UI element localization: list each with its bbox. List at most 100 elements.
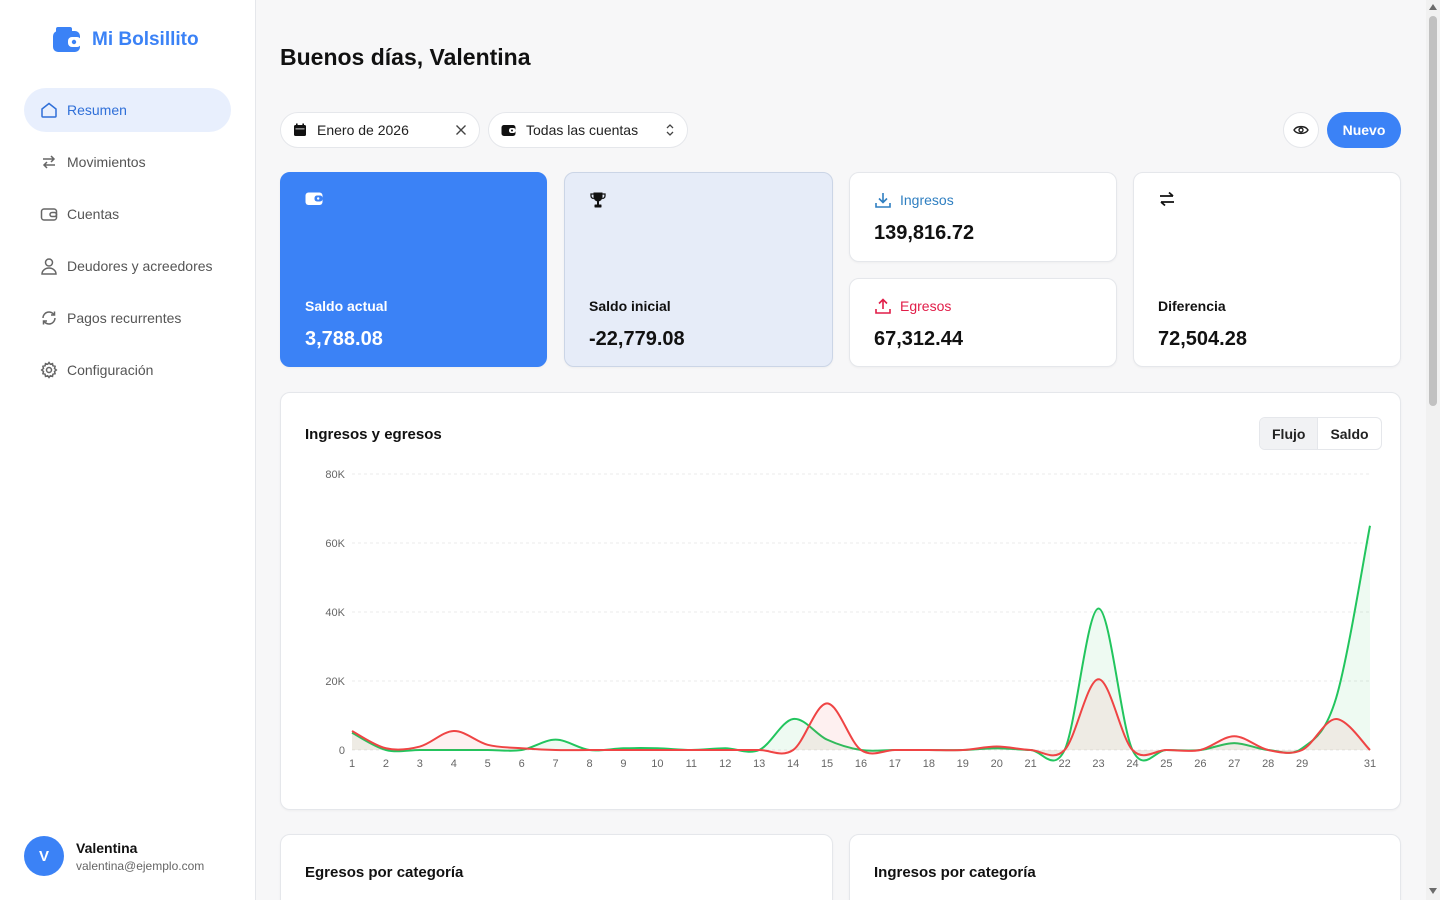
card-label: Saldo actual xyxy=(305,298,388,314)
x-tick-label: 18 xyxy=(923,758,935,770)
card-label: Saldo inicial xyxy=(589,298,671,314)
x-tick-label: 25 xyxy=(1160,758,1172,770)
card-value: 67,312.44 xyxy=(874,328,963,350)
toggle-visibility-button[interactable] xyxy=(1283,112,1319,148)
close-icon[interactable] xyxy=(455,124,467,136)
y-tick-label: 0 xyxy=(339,745,345,757)
card-value: 139,816.72 xyxy=(874,222,975,244)
x-tick-label: 1 xyxy=(349,758,355,770)
swap-icon xyxy=(1160,191,1174,207)
card-label: Diferencia xyxy=(1158,298,1226,314)
avatar: V xyxy=(24,836,64,876)
x-tick-label: 26 xyxy=(1194,758,1206,770)
sidebar-nav: Resumen Movimientos Cuentas Deudores y a… xyxy=(24,88,231,400)
x-tick-label: 14 xyxy=(787,758,799,770)
x-tick-label: 2 xyxy=(383,758,389,770)
user-icon xyxy=(41,258,57,275)
wallet-icon xyxy=(305,192,323,205)
sidebar-item-movimientos[interactable]: Movimientos xyxy=(24,140,231,184)
x-tick-label: 24 xyxy=(1126,758,1138,770)
x-tick-label: 29 xyxy=(1296,758,1308,770)
card-value: -22,779.08 xyxy=(589,328,685,350)
sidebar-item-cuentas[interactable]: Cuentas xyxy=(24,192,231,236)
user-profile[interactable]: V Valentina valentina@ejemplo.com xyxy=(24,836,204,876)
home-icon xyxy=(41,102,57,118)
x-tick-label: 31 xyxy=(1364,758,1376,770)
series-area-1 xyxy=(352,679,1370,756)
account-value: Todas las cuentas xyxy=(526,122,639,138)
eye-icon xyxy=(1293,125,1309,135)
page-title: Buenos días, Valentina xyxy=(280,44,531,70)
y-tick-label: 60K xyxy=(325,538,345,550)
x-tick-label: 4 xyxy=(451,758,457,770)
chart-card: Ingresos y egresos Flujo Saldo 0 20K 40K 60… xyxy=(280,392,1401,810)
y-tick-label: 20K xyxy=(325,676,345,688)
card-label: Ingresos xyxy=(900,192,954,208)
card-label: Egresos xyxy=(900,298,952,314)
download-icon xyxy=(875,193,891,208)
brand-name: Mi Bolsillito xyxy=(92,29,199,50)
x-tick-label: 5 xyxy=(485,758,491,770)
x-tick-label: 23 xyxy=(1092,758,1104,770)
refresh-icon xyxy=(42,311,56,325)
card-ingresos[interactable]: Ingresos 139,816.72 xyxy=(849,172,1117,262)
x-tick-label: 15 xyxy=(821,758,833,770)
brand[interactable]: Mi Bolsillito xyxy=(52,26,199,54)
sidebar-item-label: Movimientos xyxy=(67,154,146,170)
wallet-icon xyxy=(40,208,58,221)
scroll-up-arrow[interactable] xyxy=(1429,4,1437,10)
sidebar: Mi Bolsillito Resumen Movimientos Cuenta… xyxy=(0,0,256,900)
sidebar-item-resumen[interactable]: Resumen xyxy=(24,88,231,132)
new-button[interactable]: Nuevo xyxy=(1327,112,1401,148)
card-diferencia[interactable]: Diferencia 72,504.28 xyxy=(1133,172,1401,367)
card-saldo-inicial[interactable]: Saldo inicial -22,779.08 xyxy=(564,172,833,367)
series-area-0 xyxy=(352,525,1370,761)
sidebar-item-pagos-recurrentes[interactable]: Pagos recurrentes xyxy=(24,296,231,340)
x-tick-label: 10 xyxy=(651,758,663,770)
calendar-icon xyxy=(294,123,306,136)
card-value: 3,788.08 xyxy=(305,328,383,350)
trophy-icon xyxy=(590,192,606,208)
card-value: 72,504.28 xyxy=(1158,328,1247,350)
period-value: Enero de 2026 xyxy=(317,122,409,138)
card-egresos[interactable]: Egresos 67,312.44 xyxy=(849,278,1117,367)
card-saldo-actual[interactable]: Saldo actual 3,788.08 xyxy=(280,172,547,367)
x-tick-label: 7 xyxy=(553,758,559,770)
income-by-category-card: Ingresos por categoría xyxy=(849,834,1401,900)
y-tick-label: 40K xyxy=(325,607,345,619)
upload-icon xyxy=(875,298,891,314)
scroll-down-arrow[interactable] xyxy=(1429,888,1437,894)
x-tick-label: 8 xyxy=(586,758,592,770)
x-tick-label: 21 xyxy=(1025,758,1037,770)
period-filter[interactable]: Enero de 2026 xyxy=(280,112,480,148)
page-scrollbar[interactable] xyxy=(1426,0,1440,900)
x-tick-label: 27 xyxy=(1228,758,1240,770)
x-tick-label: 6 xyxy=(519,758,525,770)
gear-icon xyxy=(40,361,58,379)
sidebar-item-deudores[interactable]: Deudores y acreedores xyxy=(24,244,231,288)
sidebar-item-label: Resumen xyxy=(67,102,127,118)
x-tick-label: 12 xyxy=(719,758,731,770)
expenses-by-category-title: Egresos por categoría xyxy=(305,864,464,881)
sidebar-item-label: Cuentas xyxy=(67,206,120,222)
series-line-0 xyxy=(351,525,1371,762)
income-by-category-title: Ingresos por categoría xyxy=(874,864,1036,881)
x-tick-label: 9 xyxy=(620,758,626,770)
x-tick-label: 17 xyxy=(889,758,901,770)
x-tick-label: 3 xyxy=(417,758,423,770)
user-email: valentina@ejemplo.com xyxy=(76,858,205,873)
x-tick-label: 16 xyxy=(855,758,867,770)
sidebar-item-label: Configuración xyxy=(67,362,154,378)
main-content: Buenos días, Valentina Enero de 2026 Tod… xyxy=(256,0,1426,900)
x-tick-label: 28 xyxy=(1262,758,1274,770)
x-tick-label: 19 xyxy=(957,758,969,770)
x-tick-label: 22 xyxy=(1058,758,1070,770)
sidebar-item-label: Deudores y acreedores xyxy=(67,258,213,274)
scroll-thumb[interactable] xyxy=(1429,16,1437,406)
wallet-icon xyxy=(501,124,516,136)
arrows-icon xyxy=(42,155,56,169)
x-tick-label: 11 xyxy=(686,758,697,770)
account-filter[interactable]: Todas las cuentas xyxy=(488,112,688,148)
x-tick-label: 13 xyxy=(753,758,765,770)
sidebar-item-configuracion[interactable]: Configuración xyxy=(24,348,231,392)
